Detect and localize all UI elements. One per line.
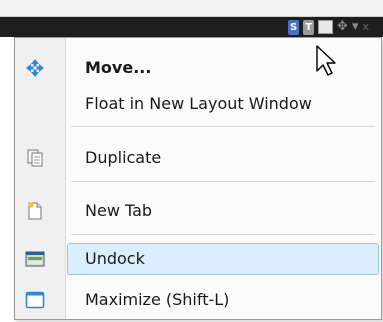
dropdown-arrow-icon[interactable]: ▾ bbox=[352, 18, 359, 36]
maximize-window-icon bbox=[25, 291, 45, 309]
menu-item-label: Move... bbox=[85, 58, 152, 77]
menu-separator bbox=[71, 181, 375, 182]
move-handle-icon[interactable]: ✥ bbox=[337, 18, 348, 36]
context-menu: Move... Float in New Layout Window Dupli… bbox=[14, 37, 382, 320]
menu-item-label: Undock bbox=[85, 249, 145, 268]
top-strip bbox=[0, 0, 383, 17]
undock-window-icon bbox=[25, 251, 45, 267]
menu-item-label: Float in New Layout Window bbox=[85, 94, 312, 113]
mouse-pointer-icon bbox=[316, 45, 336, 76]
menu-item-new-tab[interactable]: New Tab bbox=[15, 193, 381, 229]
t-badge-icon[interactable]: T bbox=[303, 19, 315, 35]
menu-item-label: New Tab bbox=[85, 201, 153, 220]
menu-separator bbox=[71, 126, 375, 127]
window-square-icon[interactable] bbox=[318, 20, 334, 34]
menu-item-duplicate[interactable]: Duplicate bbox=[15, 140, 381, 176]
s-badge-icon[interactable]: S bbox=[288, 19, 300, 35]
duplicate-pages-icon bbox=[27, 149, 43, 167]
menu-separator bbox=[71, 234, 375, 235]
menu-item-label: Duplicate bbox=[85, 148, 162, 167]
new-page-icon bbox=[28, 202, 42, 220]
move-arrows-icon bbox=[26, 59, 44, 77]
menu-item-float-new-layout-window[interactable]: Float in New Layout Window bbox=[15, 86, 381, 122]
menu-item-undock[interactable]: Undock bbox=[15, 241, 381, 277]
close-icon[interactable]: x bbox=[362, 18, 369, 36]
panel-header: S T ✥ ▾ x bbox=[0, 17, 383, 37]
menu-item-maximize[interactable]: Maximize (Shift-L) bbox=[15, 282, 381, 318]
menu-item-label: Maximize (Shift-L) bbox=[85, 290, 230, 309]
